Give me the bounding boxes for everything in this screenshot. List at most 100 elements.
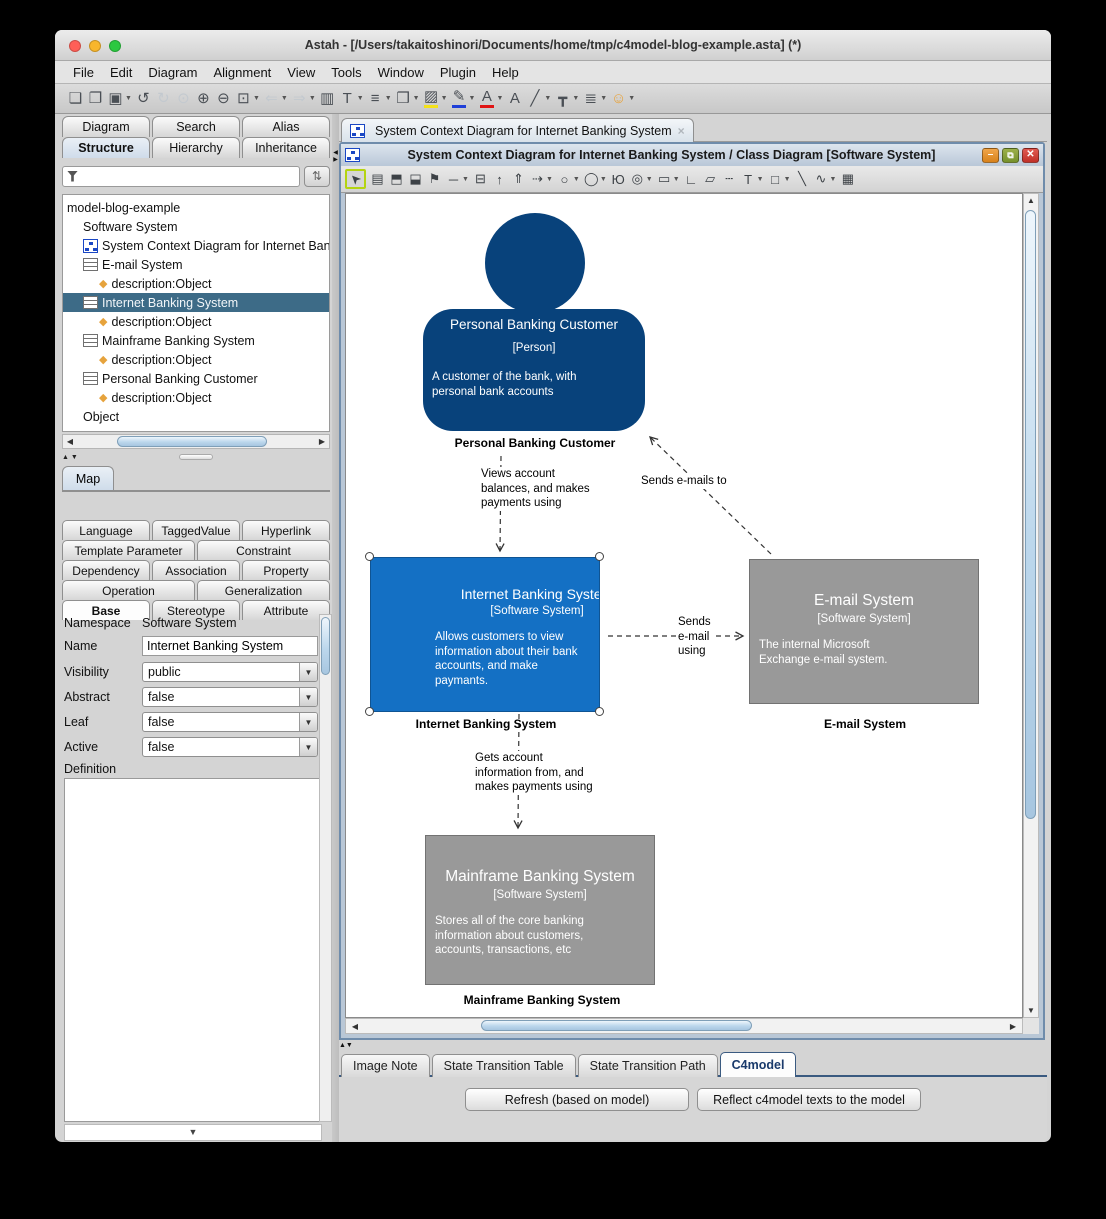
selection-handle[interactable] [595,707,604,716]
property-vscrollbar[interactable] [319,614,332,1122]
refresh-button[interactable]: Refresh (based on model) [465,1088,689,1111]
collapse-arrows-icon[interactable]: ◀▶ [332,150,339,164]
tree-item-description-object[interactable]: ◆description:Object [63,350,329,369]
tab-taggedvalue[interactable]: TaggedValue [152,520,240,540]
dropdown-caret-icon[interactable]: ▼ [496,95,503,102]
zoom-in-icon[interactable]: ⊕ [195,91,212,106]
edge-label[interactable]: Gets accountinformation from, andmakes p… [473,751,595,795]
reflect-button[interactable]: Reflect c4model texts to the model [697,1088,921,1111]
canvas-hscroll-thumb[interactable] [481,1020,751,1031]
package-tool-icon[interactable]: ⬒ [389,171,404,187]
tab-hierarchy[interactable]: Hierarchy [152,137,240,158]
scroll-right-icon[interactable]: ▶ [1006,1022,1020,1031]
tab-operation[interactable]: Operation [62,580,195,600]
scroll-up-icon[interactable]: ▲ [1024,196,1038,205]
dropdown-caret-icon[interactable]: ▼ [628,95,635,102]
instance-tool-icon[interactable]: ○▼ [557,172,580,187]
dropdown-caret-icon[interactable]: ▼ [462,176,469,183]
tab-property[interactable]: Property [242,560,330,580]
tab-association[interactable]: Association [152,560,240,580]
tab-map[interactable]: Map [62,466,114,490]
tree-item-software-system[interactable]: Software System [63,217,329,236]
leaf-dropdown[interactable]: false▼ [142,712,318,732]
tree-item-internet-banking-system[interactable]: Internet Banking System [63,293,329,312]
tab-structure[interactable]: Structure [62,137,150,158]
panel-expander[interactable]: ▼ [64,1124,322,1141]
menu-alignment[interactable]: Alignment [205,65,279,80]
canvas-hscrollbar[interactable]: ◀ ▶ [345,1018,1023,1034]
diagram-window-titlebar[interactable]: System Context Diagram for Internet Bank… [341,144,1043,166]
system-box[interactable]: E-mail System[Software System]The intern… [749,559,979,704]
definition-textarea[interactable] [64,778,322,1122]
dropdown-caret-icon[interactable]: ▼ [299,738,317,756]
tab-generalization[interactable]: Generalization [197,580,330,600]
undo-icon[interactable]: ↺ [135,91,152,106]
abstract-dropdown[interactable]: false▼ [142,687,318,707]
hierarchy-icon[interactable]: ┳▼ [554,91,579,106]
dropdown-caret-icon[interactable]: ▼ [673,176,680,183]
tab-system-context-diagram[interactable]: System Context Diagram for Internet Bank… [341,118,694,142]
new-file-icon[interactable]: ❏ [67,91,84,106]
tab-image-note[interactable]: Image Note [341,1054,430,1077]
tree-item-model-blog-example[interactable]: model-blog-example [63,198,329,217]
note-tool-icon[interactable]: ▱ [703,171,718,187]
menu-view[interactable]: View [279,65,323,80]
tab-diagram[interactable]: Diagram [62,116,150,137]
dropdown-caret-icon[interactable]: ▼ [441,95,448,102]
diagram-canvas[interactable]: Personal Banking Customer[Person]A custo… [345,193,1023,1018]
text-tool-icon[interactable]: T▼ [741,172,764,187]
scroll-down-icon[interactable]: ▼ [1024,1006,1038,1015]
align-icon[interactable]: ≡▼ [367,91,392,106]
tab-language[interactable]: Language [62,520,150,540]
dropdown-caret-icon[interactable]: ▼ [573,176,580,183]
canvas-vscroll-thumb[interactable] [1025,210,1036,819]
copy-style-icon[interactable]: ❒▼ [395,91,420,106]
tree-hscroll-thumb[interactable] [117,436,267,447]
close-tab-icon[interactable]: × [678,124,685,138]
port-tool-icon[interactable]: ◎▼ [630,171,653,187]
open-file-icon[interactable]: ❐ [87,91,104,106]
tree-hscrollbar[interactable]: ◀ ▶ [62,434,330,449]
scroll-left-icon[interactable]: ◀ [63,437,77,446]
dropdown-caret-icon[interactable]: ▼ [600,176,607,183]
tab-search[interactable]: Search [152,116,240,137]
scroll-left-icon[interactable]: ◀ [348,1022,362,1031]
tab-dependency[interactable]: Dependency [62,560,150,580]
bottom-splitter[interactable]: ▲▼ [339,1042,353,1052]
visibility-dropdown[interactable]: public▼ [142,662,318,682]
line-tool-icon[interactable]: ─▼ [446,172,469,187]
tree-item-description-object[interactable]: ◆description:Object [63,312,329,331]
tab-constraint[interactable]: Constraint [197,540,330,560]
dropdown-caret-icon[interactable]: ▼ [125,95,132,102]
dashed-line-tool-icon[interactable]: ┄ [722,171,737,187]
tab-template-parameter[interactable]: Template Parameter [62,540,195,560]
anchor-tool-icon[interactable]: ∟ [684,172,699,187]
dropdown-caret-icon[interactable]: ▼ [757,176,764,183]
dependency-tool-icon[interactable]: ⇢▼ [530,171,553,187]
zoom-out-icon[interactable]: ⊖ [215,91,232,106]
tree-item-mainframe-banking-system[interactable]: Mainframe Banking System [63,331,329,350]
dropdown-caret-icon[interactable]: ▼ [309,95,316,102]
system-box[interactable]: Internet Banking System[Software System]… [370,557,600,712]
tree-item-description-object[interactable]: ◆description:Object [63,274,329,293]
scroll-right-icon[interactable]: ▶ [315,437,329,446]
text-format-icon[interactable]: T▼ [339,91,364,106]
subsystem-tool-icon[interactable]: ⬓ [408,171,423,187]
fit-view-icon[interactable]: ⊡▼ [235,91,260,106]
class-tool-icon[interactable]: ▤ [370,171,385,187]
dropdown-caret-icon[interactable]: ▼ [281,95,288,102]
interface-tool-icon[interactable]: Ю [611,172,626,187]
tab-alias[interactable]: Alias [242,116,330,137]
list-icon[interactable]: ≣▼ [582,91,607,106]
tab-state-transition-table[interactable]: State Transition Table [432,1054,576,1077]
dropdown-caret-icon[interactable]: ▼ [299,688,317,706]
menu-tools[interactable]: Tools [323,65,369,80]
canvas-vscrollbar[interactable]: ▲ ▼ [1023,193,1039,1018]
dropdown-caret-icon[interactable]: ▼ [600,95,607,102]
font-color-icon[interactable]: A▼ [478,89,503,108]
tree-item-description-object[interactable]: ◆description:Object [63,388,329,407]
selection-handle[interactable] [365,707,374,716]
edge-label[interactable]: Sendse-mailusing [676,615,713,659]
font-size-icon[interactable]: A [506,91,523,106]
dropdown-caret-icon[interactable]: ▼ [413,95,420,102]
